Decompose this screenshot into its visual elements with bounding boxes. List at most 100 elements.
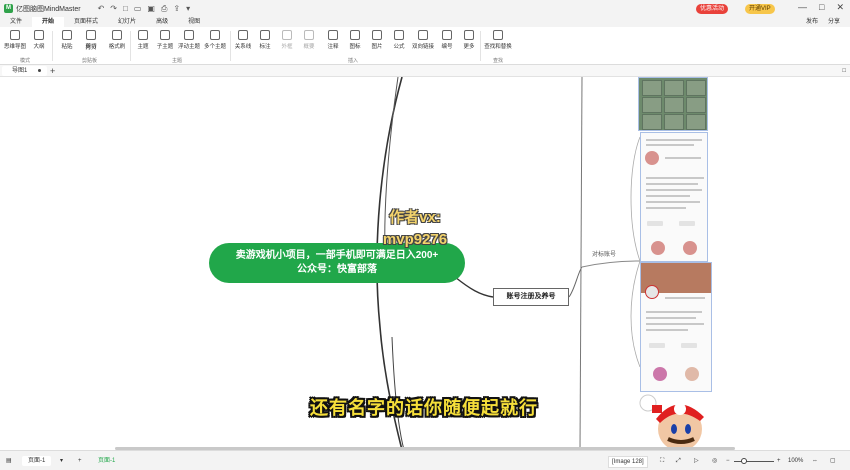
redo-icon[interactable]: ↷ [110,4,117,13]
formula-icon [394,30,404,40]
mindmap-canvas[interactable]: 卖游戏机小项目，一部手机即可满足日入200+ 公众号：快富部落 作者vx: mv… [0,77,850,450]
paste-icon [62,30,72,40]
add-page-icon[interactable]: + [78,456,82,466]
close-button[interactable]: ✕ [836,2,844,13]
panel-expand-icon[interactable]: ▢ [830,456,836,466]
tab-home[interactable]: 开始 [32,17,65,27]
format-painter-button[interactable]: 格式刷 [104,30,130,54]
add-document-icon[interactable]: + [50,65,55,77]
bilink-icon [418,30,428,40]
grid-tile [642,97,662,113]
tab-advanced[interactable]: 高级 [146,17,178,27]
branch-label-benchmark-accounts[interactable]: 对标账号 [592,249,616,258]
callout-icon [260,30,270,40]
paste-button[interactable]: 粘贴 [54,30,80,54]
grid-tile [642,80,662,96]
menu-bar: 文件 开始 页面样式 幻灯片 高级 视图 发布 分享 [0,17,850,27]
summary-icon [304,30,314,40]
button-label: 多个主题 [203,44,226,50]
cut-icon [86,30,96,40]
focus-icon[interactable]: ◎ [712,456,717,466]
undo-icon[interactable]: ↶ [98,4,105,13]
publish-button[interactable]: 发布 [806,17,818,27]
copy-button[interactable]: 拷贝 [78,43,104,55]
outline-mode-button[interactable]: 大纲 [26,30,52,54]
share-button[interactable]: 分享 [828,17,840,27]
fullscreen-icon[interactable]: ⤢ [676,456,681,466]
text-line [646,189,702,191]
group-separator [480,31,481,61]
document-tab-bar: 导图1 + □ [0,65,850,77]
page-panel-icon[interactable]: ▤ [6,456,12,466]
button-label: 大纲 [33,44,45,50]
tab-file[interactable]: 文件 [0,17,32,27]
button-label: 公式 [393,44,405,50]
multiple-topics-icon [210,30,220,40]
button-label: 标注 [259,44,271,50]
multiple-topics-button[interactable]: 多个主题 [202,30,228,54]
zoom-slider-handle[interactable] [741,458,747,464]
tab-view[interactable]: 视图 [178,17,210,27]
text-line [646,195,690,197]
relationship-icon [238,30,248,40]
maximize-button[interactable]: □ [819,2,824,13]
grid-tile [686,80,706,96]
page-dropdown-icon[interactable]: ▾ [60,456,63,466]
text-line [665,157,701,159]
bilink-button[interactable]: 双向链接 [410,30,436,54]
fit-page-icon[interactable]: ⛶ [660,456,664,466]
profile-avatar [651,241,665,255]
tab-slides[interactable]: 幻灯片 [108,17,146,27]
button-label: 关系线 [234,44,252,50]
watermark-text: 作者vx: mvp9276 [365,207,465,251]
page-tab[interactable]: 页面-1 [22,456,52,466]
unsaved-dot-icon [38,69,41,72]
new-file-icon[interactable]: □ [123,4,128,13]
main-topic-account-registration[interactable]: 账号注册及养号 [493,288,569,306]
subtopic-button[interactable]: 子主题 [152,30,178,54]
zoom-in-icon[interactable]: + [777,456,781,466]
mini-button [649,343,665,348]
summary-button[interactable]: 概要 [296,30,322,54]
app-title: 亿图脑图MindMaster [16,5,81,13]
quick-access-more-icon[interactable]: ▾ [186,4,190,13]
button-label: 更多 [463,44,475,50]
save-icon[interactable]: ▣ [147,4,155,13]
fit-width-icon[interactable]: ⇔ [812,456,818,466]
selection-info: [Image 128] [608,456,648,468]
side-panel-toggle-icon[interactable]: □ [842,66,846,76]
active-page-tab[interactable]: 页面-1 [98,456,115,466]
zoom-level[interactable]: 100% [788,456,803,466]
promo-button[interactable]: 优惠活动 [696,4,729,14]
text-line [646,201,700,203]
button-label: 图片 [371,44,383,50]
group-label-clipboard: 剪贴板 [82,58,98,64]
print-icon[interactable]: ⎙ [161,4,167,14]
button-label: 拷贝 [85,45,97,51]
mario-mascot-image [639,394,704,450]
text-line [646,207,686,209]
text-line [646,177,704,179]
profile-avatar [685,367,699,381]
mindmap-mode-button[interactable]: 思维导图 [2,30,28,54]
minimize-button[interactable]: — [798,2,807,13]
icon-icon [350,30,360,40]
find-replace-button[interactable]: 查找和替换 [484,30,512,54]
mindmap-icon [10,30,20,40]
zoom-slider[interactable] [734,461,774,462]
tab-page-style[interactable]: 页面样式 [64,17,108,27]
mini-button [681,343,697,348]
floating-topic-button[interactable]: 浮动主题 [176,30,202,54]
button-label: 编号 [441,44,453,50]
ribbon-toolbar: 思维导图 大纲 模式 粘贴 剪切 拷贝 格式刷 剪贴板 主题 子主题 浮动主题 … [0,27,850,65]
screenshot-thumbnail-profile-1 [640,132,708,262]
export-icon[interactable]: ⇪ [173,4,180,13]
note-icon [328,30,338,40]
vip-button[interactable]: 开通VIP [745,4,775,14]
formula-button[interactable]: 公式 [386,30,412,54]
open-file-icon[interactable]: ▭ [134,4,142,13]
presentation-icon[interactable]: ▷ [694,456,699,466]
grid-tile [642,114,662,130]
zoom-out-icon[interactable]: − [726,456,730,466]
more-button[interactable]: 更多 [456,30,482,54]
